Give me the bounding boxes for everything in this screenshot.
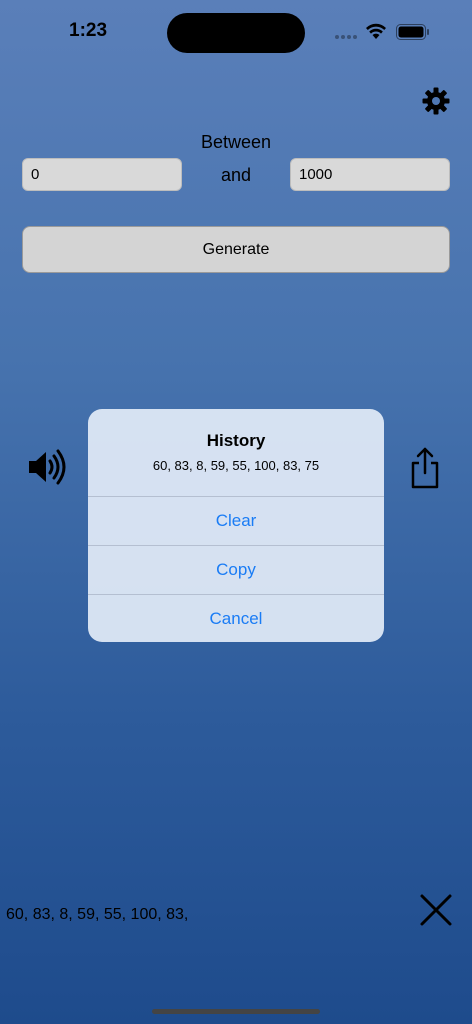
close-icon[interactable] <box>418 892 454 928</box>
max-value-field[interactable] <box>290 158 450 191</box>
between-label: Between <box>200 132 272 152</box>
speaker-icon[interactable] <box>27 449 67 485</box>
clear-button[interactable]: Clear <box>88 496 384 545</box>
history-alert: History 60, 83, 8, 59, 55, 100, 83, 75 C… <box>88 409 384 642</box>
battery-icon <box>396 24 429 40</box>
generate-button[interactable]: Generate <box>22 226 450 273</box>
status-time: 1:23 <box>69 20 108 41</box>
alert-message: 60, 83, 8, 59, 55, 100, 83, 75 <box>152 458 320 473</box>
cancel-button[interactable]: Cancel <box>88 594 384 642</box>
cellular-signal-icon <box>335 35 357 39</box>
alert-title: History <box>206 431 266 450</box>
history-text: 60, 83, 8, 59, 55, 100, 83, <box>6 906 189 923</box>
copy-button[interactable]: Copy <box>88 545 384 594</box>
min-value-field[interactable] <box>22 158 182 191</box>
dynamic-island <box>167 13 305 53</box>
gear-icon[interactable] <box>421 86 451 116</box>
share-icon[interactable] <box>408 446 442 490</box>
home-indicator <box>152 1009 320 1014</box>
status-bar: 1:23 <box>0 0 472 60</box>
wifi-icon <box>366 23 386 39</box>
and-label: and <box>220 165 252 185</box>
